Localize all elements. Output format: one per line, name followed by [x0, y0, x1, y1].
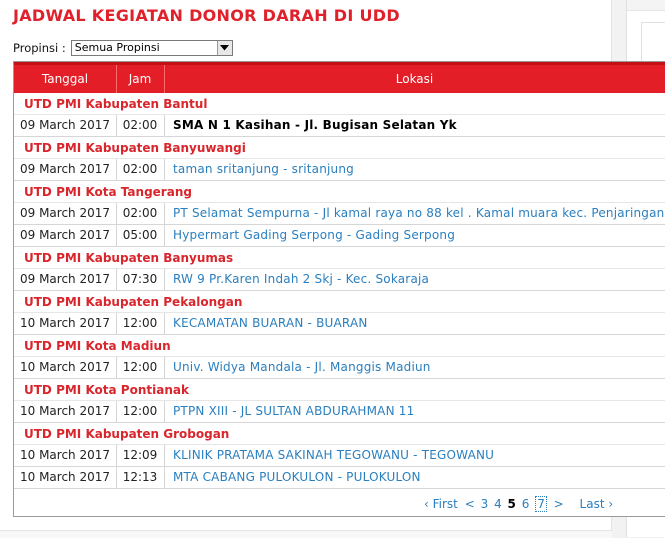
sidebar-top-strip [627, 0, 665, 11]
header-time: Jam [116, 65, 165, 93]
group-header: UTD PMI Kabupaten Banyumas [14, 247, 665, 269]
province-filter: Propinsi : Semua Propinsi [13, 39, 233, 57]
table-row: 09 March 2017 05:00 Hypermart Gading Ser… [14, 225, 665, 247]
table-row: 10 March 2017 12:13 MTA CABANG PULOKULON… [14, 467, 665, 489]
row-location: SMA N 1 Kasihan - Jl. Bugisan Selatan Yk [173, 118, 457, 132]
row-location-link[interactable]: Univ. Widya Mandala - Jl. Manggis Madiun [173, 357, 431, 378]
row-location-link[interactable]: PTPN XIII - JL SULTAN ABDURAHMAN 11 [173, 401, 414, 422]
pagination-page-4[interactable]: 4 [494, 497, 502, 511]
pagination-page-current: 5 [507, 497, 516, 511]
row-time: 12:00 [116, 313, 165, 334]
header-date: Tanggal [14, 65, 117, 93]
row-date: 09 March 2017 [14, 225, 117, 246]
group-header: UTD PMI Kabupaten Bantul [14, 93, 665, 115]
group-header: UTD PMI Kota Madiun [14, 335, 665, 357]
row-location-link[interactable]: taman sritanjung - sritanjung [173, 159, 354, 180]
row-location-link[interactable]: Hypermart Gading Serpong - Gading Serpon… [173, 225, 455, 246]
row-date: 10 March 2017 [14, 313, 117, 334]
row-date: 09 March 2017 [14, 269, 117, 290]
pagination: ‹ First < 3 4 5 6 7 > Last › [424, 496, 616, 513]
table-row: 10 March 2017 12:09 KLINIK PRATAMA SAKIN… [14, 445, 665, 467]
row-location-link[interactable]: RW 9 Pr.Karen Indah 2 Skj - Kec. Sokaraj… [173, 269, 429, 290]
table-row: 10 March 2017 12:00 KECAMATAN BUARAN - B… [14, 313, 665, 335]
row-date: 09 March 2017 [14, 115, 117, 136]
page-title: JADWAL KEGIATAN DONOR DARAH DI UDD [13, 6, 400, 25]
row-date: 10 March 2017 [14, 401, 117, 422]
province-filter-label: Propinsi : [13, 41, 66, 55]
row-location-link[interactable]: KLINIK PRATAMA SAKINAH TEGOWANU - TEGOWA… [173, 445, 494, 466]
row-time: 12:00 [116, 357, 165, 378]
row-date: 10 March 2017 [14, 357, 117, 378]
row-time: 02:00 [116, 203, 165, 224]
table-header: Tanggal Jam Lokasi [14, 62, 665, 93]
province-select[interactable]: Semua Propinsi [70, 40, 233, 56]
row-date: 10 March 2017 [14, 445, 117, 466]
row-time: 12:00 [116, 401, 165, 422]
table-row: 09 March 2017 02:00 PT Selamat Sempurna … [14, 203, 665, 225]
pagination-first-link[interactable]: ‹ First [424, 497, 458, 511]
pagination-page-7[interactable]: 7 [535, 496, 547, 512]
table-row: 09 March 2017 02:00 SMA N 1 Kasihan - Jl… [14, 115, 665, 137]
table-row: 09 March 2017 02:00 taman sritanjung - s… [14, 159, 665, 181]
row-date: 10 March 2017 [14, 467, 117, 488]
pagination-next-link[interactable]: > [554, 497, 564, 511]
row-time: 02:00 [116, 115, 165, 136]
row-time: 02:00 [116, 159, 165, 180]
table-row: 10 March 2017 12:00 Univ. Widya Mandala … [14, 357, 665, 379]
table-row: 10 March 2017 12:00 PTPN XIII - JL SULTA… [14, 401, 665, 423]
group-header: UTD PMI Kabupaten Pekalongan [14, 291, 665, 313]
pagination-page-6[interactable]: 6 [522, 497, 530, 511]
row-location-link[interactable]: KECAMATAN BUARAN - BUARAN [173, 313, 368, 334]
province-select-value: Semua Propinsi [74, 41, 160, 54]
pagination-prev-link[interactable]: < [465, 497, 475, 511]
schedule-table: Tanggal Jam Lokasi UTD PMI Kabupaten Ban… [13, 61, 665, 517]
pagination-last-link[interactable]: Last › [580, 497, 614, 511]
group-header: UTD PMI Kota Pontianak [14, 379, 665, 401]
row-time: 12:13 [116, 467, 165, 488]
row-time: 05:00 [116, 225, 165, 246]
row-location-link[interactable]: PT Selamat Sempurna - Jl kamal raya no 8… [173, 203, 664, 224]
dropdown-arrow-icon[interactable] [216, 41, 232, 55]
group-header: UTD PMI Kabupaten Banyuwangi [14, 137, 665, 159]
group-header: UTD PMI Kabupaten Grobogan [14, 423, 665, 445]
group-header: UTD PMI Kota Tangerang [14, 181, 665, 203]
row-location-link[interactable]: MTA CABANG PULOKULON - PULOKULON [173, 467, 421, 488]
row-date: 09 March 2017 [14, 159, 117, 180]
table-row: 09 March 2017 07:30 RW 9 Pr.Karen Indah … [14, 269, 665, 291]
row-time: 07:30 [116, 269, 165, 290]
row-date: 09 March 2017 [14, 203, 117, 224]
header-location: Lokasi [395, 72, 434, 86]
pagination-page-3[interactable]: 3 [481, 497, 489, 511]
table-body: UTD PMI Kabupaten Bantul 09 March 2017 0… [14, 93, 665, 489]
row-time: 12:09 [116, 445, 165, 466]
